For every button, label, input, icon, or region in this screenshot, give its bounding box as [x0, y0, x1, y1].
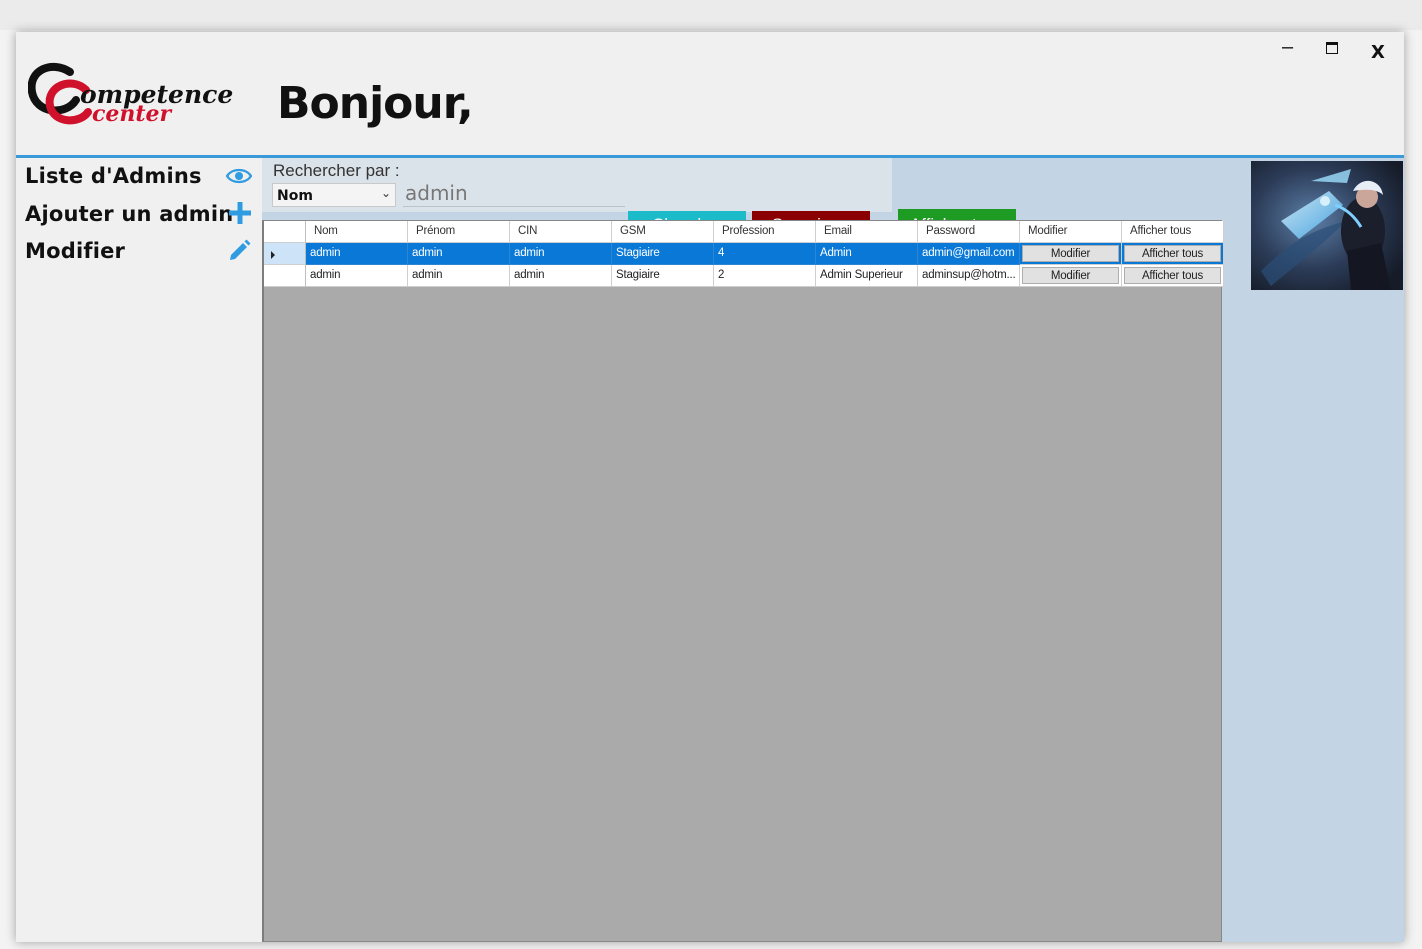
table-row[interactable]: admin admin admin Stagiaire 4 Admin admi…	[264, 243, 1224, 265]
table-cell[interactable]: Stagiaire	[612, 243, 714, 265]
column-header-gsm[interactable]: GSM	[612, 221, 714, 243]
app-window: ompetence center Bonjour, – X Liste d'Ad…	[16, 32, 1404, 942]
table-cell[interactable]: 4	[714, 243, 816, 265]
row-pointer-icon	[271, 251, 275, 259]
column-header-nom[interactable]: Nom	[306, 221, 408, 243]
pencil-icon[interactable]	[228, 238, 252, 262]
competence-center-logo: ompetence center	[28, 62, 233, 127]
sidebar-item-label: Modifier	[25, 239, 126, 263]
table-cell[interactable]: admin	[408, 265, 510, 287]
table-cell[interactable]: admin	[306, 265, 408, 287]
maximize-button[interactable]	[1326, 42, 1338, 54]
search-field-select[interactable]: Nom ⌄	[272, 183, 396, 207]
table-row[interactable]: admin admin admin Stagiaire 2 Admin Supe…	[264, 265, 1224, 287]
table-cell[interactable]: admin	[510, 265, 612, 287]
column-header-email[interactable]: Email	[816, 221, 918, 243]
row-header-corner	[264, 221, 306, 243]
table-cell[interactable]: Stagiaire	[612, 265, 714, 287]
sidebar-item-label: Ajouter un admin	[25, 202, 234, 226]
chevron-down-icon: ⌄	[380, 186, 391, 200]
column-header-afficher-tous[interactable]: Afficher tous	[1122, 221, 1224, 243]
row-modify-button[interactable]: Modifier	[1022, 267, 1119, 284]
minimize-button[interactable]: –	[1282, 36, 1293, 59]
table-cell[interactable]: admin	[306, 243, 408, 265]
row-show-all-button[interactable]: Afficher tous	[1124, 245, 1221, 262]
sidebar-item-modify[interactable]: Modifier	[25, 239, 125, 263]
search-field-value: Nom	[277, 188, 313, 204]
sidebar-item-add-admin[interactable]: Ajouter un admin	[25, 202, 233, 226]
row-show-all-button[interactable]: Afficher tous	[1124, 267, 1221, 284]
table-cell[interactable]: Admin Superieur	[816, 265, 918, 287]
search-by-label: Rechercher par :	[273, 161, 400, 180]
table-cell[interactable]: admin	[510, 243, 612, 265]
row-selector[interactable]	[264, 265, 306, 287]
eye-icon[interactable]	[226, 167, 252, 185]
screen-top-band	[0, 0, 1422, 30]
sidebar-item-label: Liste d'Admins	[25, 164, 202, 188]
header: ompetence center Bonjour, – X	[16, 32, 1404, 155]
table-cell[interactable]: admin@gmail.com	[918, 243, 1020, 265]
table-cell[interactable]: Admin	[816, 243, 918, 265]
column-header-profession[interactable]: Profession	[714, 221, 816, 243]
row-modify-button[interactable]: Modifier	[1022, 245, 1119, 262]
greeting-title: Bonjour,	[277, 78, 474, 129]
column-header-password[interactable]: Password	[918, 221, 1020, 243]
main-panel: Rechercher par : Nom ⌄ Chercher Supprime…	[262, 158, 1404, 942]
sidebar: Liste d'Admins Ajouter un admin Modifier	[16, 158, 262, 942]
user-avatar-image	[1251, 161, 1403, 290]
row-selector[interactable]	[264, 243, 306, 265]
column-header-cin[interactable]: CIN	[510, 221, 612, 243]
grid-header-row: Nom Prénom CIN GSM Profession Email Pass…	[264, 221, 1224, 243]
logo-text-center: center	[92, 101, 173, 127]
column-header-modifier[interactable]: Modifier	[1020, 221, 1122, 243]
table-cell[interactable]: 2	[714, 265, 816, 287]
plus-icon[interactable]	[228, 201, 252, 225]
admins-data-grid[interactable]: Nom Prénom CIN GSM Profession Email Pass…	[262, 220, 1224, 942]
table-cell[interactable]: adminsup@hotm...	[918, 265, 1020, 287]
search-group: Rechercher par : Nom ⌄	[262, 158, 892, 212]
column-header-prenom[interactable]: Prénom	[408, 221, 510, 243]
search-input[interactable]	[403, 180, 625, 207]
sidebar-item-list-admins[interactable]: Liste d'Admins	[25, 164, 202, 188]
table-cell[interactable]: admin	[408, 243, 510, 265]
close-button[interactable]: X	[1371, 42, 1385, 63]
